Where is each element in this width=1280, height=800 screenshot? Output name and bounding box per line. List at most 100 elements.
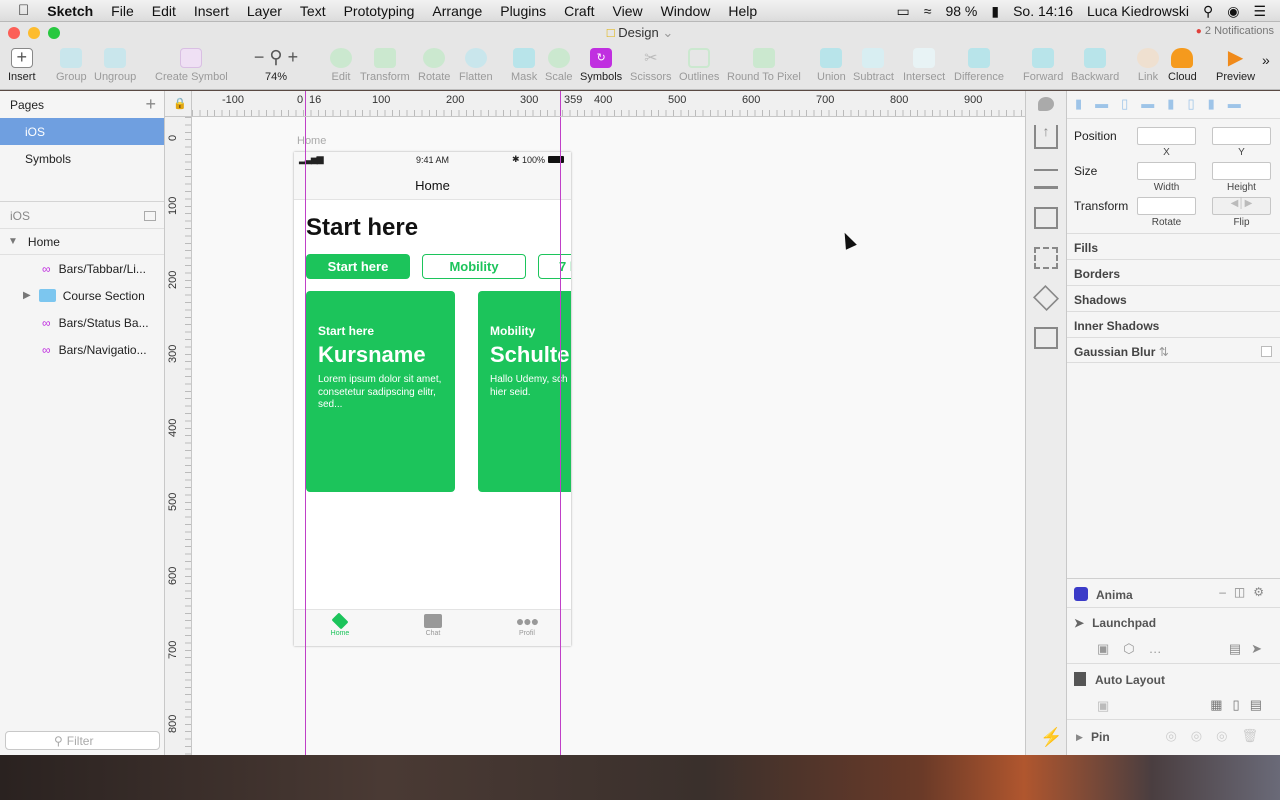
flip-buttons[interactable]: ◀│▶ bbox=[1212, 197, 1271, 215]
intersect-button[interactable]: Intersect bbox=[903, 48, 945, 83]
chevron-down-icon[interactable]: ⌄ bbox=[662, 25, 673, 40]
rotate-input[interactable] bbox=[1137, 197, 1196, 215]
siri-icon[interactable]: ◉ bbox=[1220, 3, 1246, 20]
borders-section[interactable]: Borders bbox=[1067, 259, 1280, 285]
toolbar-overflow-icon[interactable]: » bbox=[1262, 52, 1270, 68]
menu-window[interactable]: Window bbox=[652, 3, 720, 19]
layer-artboard-home[interactable]: ▼ Home bbox=[0, 228, 164, 255]
notifications-badge[interactable]: ● 2 Notifications bbox=[1196, 25, 1274, 37]
layer-status-bar[interactable]: ∞ Bars/Status Ba... bbox=[0, 309, 164, 336]
menu-arrange[interactable]: Arrange bbox=[423, 3, 491, 19]
battery-status[interactable]: 98 % bbox=[938, 3, 984, 19]
disclosure-right-icon[interactable]: ▶ bbox=[1076, 732, 1083, 743]
menu-layer[interactable]: Layer bbox=[238, 3, 291, 19]
disclosure-right-icon[interactable]: ▶ bbox=[23, 290, 31, 301]
backward-button[interactable]: Backward bbox=[1071, 48, 1119, 83]
menu-edit[interactable]: Edit bbox=[143, 3, 185, 19]
ruler-corner[interactable]: 🔒 bbox=[165, 91, 192, 117]
forward-button[interactable]: Forward bbox=[1023, 48, 1063, 83]
battery-icon[interactable]: ▮ bbox=[984, 3, 1006, 20]
vertical-ruler[interactable]: 0 100 200 300 400 500 600 700 800 bbox=[165, 117, 192, 755]
vertical-guide[interactable] bbox=[305, 117, 306, 755]
chip-partial[interactable]: 7 l bbox=[538, 254, 571, 279]
tab-home[interactable]: Home bbox=[320, 612, 360, 637]
image-icon[interactable] bbox=[1034, 327, 1058, 349]
cloud-button[interactable]: Cloud bbox=[1168, 48, 1197, 83]
layers-stack-icon[interactable] bbox=[1034, 169, 1058, 189]
outlines-button[interactable]: Outlines bbox=[679, 48, 719, 83]
pen-tool-icon[interactable] bbox=[1032, 284, 1060, 312]
spotlight-icon[interactable]: ⚲ bbox=[1196, 3, 1220, 20]
artboard-name[interactable]: Home bbox=[297, 135, 326, 147]
menu-app-name[interactable]: Sketch bbox=[38, 3, 102, 19]
user-name[interactable]: Luca Kiedrowski bbox=[1080, 3, 1196, 19]
device-preview-icons[interactable]: ▦▯▤ bbox=[1210, 697, 1272, 713]
mask-button[interactable]: Mask bbox=[511, 48, 537, 83]
layer-filter-input[interactable]: ⚲ Filter bbox=[5, 731, 160, 750]
round-to-pixel-button[interactable]: Round To Pixel bbox=[727, 48, 801, 83]
layer-tabbar[interactable]: ∞ Bars/Tabbar/Li... bbox=[0, 255, 164, 282]
link-button[interactable]: Link bbox=[1137, 48, 1159, 83]
tab-profil[interactable]: ●●● Profil bbox=[507, 614, 547, 637]
auto-layout-header[interactable]: Auto Layout bbox=[1074, 672, 1165, 687]
duplicate-grid-icon[interactable] bbox=[1034, 247, 1058, 269]
clock[interactable]: So. 14:16 bbox=[1006, 3, 1080, 19]
difference-button[interactable]: Difference bbox=[954, 48, 1004, 83]
preview-button[interactable]: ▶ Preview bbox=[1216, 48, 1255, 83]
symbols-button[interactable]: ↻ Symbols bbox=[580, 48, 622, 83]
subtract-button[interactable]: Subtract bbox=[853, 48, 894, 83]
page-item-ios[interactable]: iOS bbox=[0, 118, 164, 145]
design-canvas[interactable]: Home ▂▃▅▆ ≈ 9:41 AM ✱ 100% Home Start he… bbox=[192, 117, 1025, 755]
gaussian-blur-section[interactable]: Gaussian Blur ⇅ bbox=[1067, 337, 1280, 363]
menu-plugins[interactable]: Plugins bbox=[491, 3, 555, 19]
flatten-button[interactable]: Flatten bbox=[459, 48, 493, 83]
menu-insert[interactable]: Insert bbox=[185, 3, 238, 19]
height-input[interactable] bbox=[1212, 162, 1271, 180]
menu-prototyping[interactable]: Prototyping bbox=[335, 3, 424, 19]
launchpad-actions[interactable]: ▣⬡… bbox=[1097, 641, 1176, 657]
width-input[interactable] bbox=[1137, 162, 1196, 180]
zoom-control[interactable]: − ⚲ + 74% bbox=[250, 48, 302, 83]
disclosure-down-icon[interactable]: ▼ bbox=[8, 236, 18, 247]
panel-controls-icon[interactable]: –◫⚙ bbox=[1219, 585, 1272, 599]
scale-button[interactable]: Scale bbox=[545, 48, 573, 83]
lightning-icon[interactable]: ⚡ bbox=[1040, 727, 1062, 748]
union-button[interactable]: Union bbox=[817, 48, 846, 83]
position-x-input[interactable] bbox=[1137, 127, 1196, 145]
anima-header[interactable]: Anima –◫⚙ bbox=[1067, 579, 1280, 608]
vertical-guide[interactable] bbox=[560, 117, 561, 755]
blur-checkbox[interactable] bbox=[1261, 346, 1272, 357]
chip-mobility[interactable]: Mobility bbox=[422, 254, 526, 279]
craft-icon[interactable] bbox=[1038, 97, 1054, 111]
insert-button[interactable]: + Insert bbox=[8, 48, 36, 83]
layer-navigation-bar[interactable]: ∞ Bars/Navigatio... bbox=[0, 336, 164, 363]
group-button[interactable]: Group bbox=[56, 48, 87, 83]
align-toolbar[interactable]: ▮▬▯▬▮▯▮▬ bbox=[1067, 91, 1280, 119]
tab-chat[interactable]: Chat bbox=[413, 614, 453, 637]
layer-course-section[interactable]: ▶ Course Section bbox=[0, 282, 164, 309]
inner-shadows-section[interactable]: Inner Shadows bbox=[1067, 311, 1280, 337]
menu-craft[interactable]: Craft bbox=[555, 3, 603, 19]
chevron-updown-icon[interactable]: ⇅ bbox=[1159, 345, 1169, 359]
add-page-icon[interactable]: + bbox=[145, 94, 156, 115]
menu-text[interactable]: Text bbox=[291, 3, 335, 19]
shadows-section[interactable]: Shadows bbox=[1067, 285, 1280, 311]
launchpad-side-actions[interactable]: ▤➤ bbox=[1229, 641, 1272, 657]
page-item-symbols[interactable]: Symbols bbox=[0, 145, 164, 172]
course-card[interactable]: Mobility Schulte Hallo Udemy, sch ihr hi… bbox=[478, 291, 571, 492]
transform-button[interactable]: Transform bbox=[360, 48, 410, 83]
menu-file[interactable]: File bbox=[102, 3, 143, 19]
auto-layout-add-icon[interactable]: ▣ bbox=[1097, 698, 1109, 714]
ungroup-button[interactable]: Ungroup bbox=[94, 48, 136, 83]
position-y-input[interactable] bbox=[1212, 127, 1271, 145]
edit-button[interactable]: Edit bbox=[330, 48, 352, 83]
text-block-icon[interactable] bbox=[1034, 207, 1058, 229]
course-card[interactable]: Start here Kursname Lorem ipsum dolor si… bbox=[306, 291, 455, 492]
menu-help[interactable]: Help bbox=[719, 3, 766, 19]
launchpad-header[interactable]: ➤ Launchpad bbox=[1074, 616, 1156, 630]
airplay-icon[interactable]: ▭ bbox=[890, 3, 917, 20]
apple-menu-icon[interactable]:  bbox=[0, 2, 38, 19]
rotate-button[interactable]: Rotate bbox=[418, 48, 450, 83]
artboard-home[interactable]: ▂▃▅▆ ≈ 9:41 AM ✱ 100% Home Start here St… bbox=[294, 152, 571, 646]
fills-section[interactable]: Fills bbox=[1067, 233, 1280, 259]
